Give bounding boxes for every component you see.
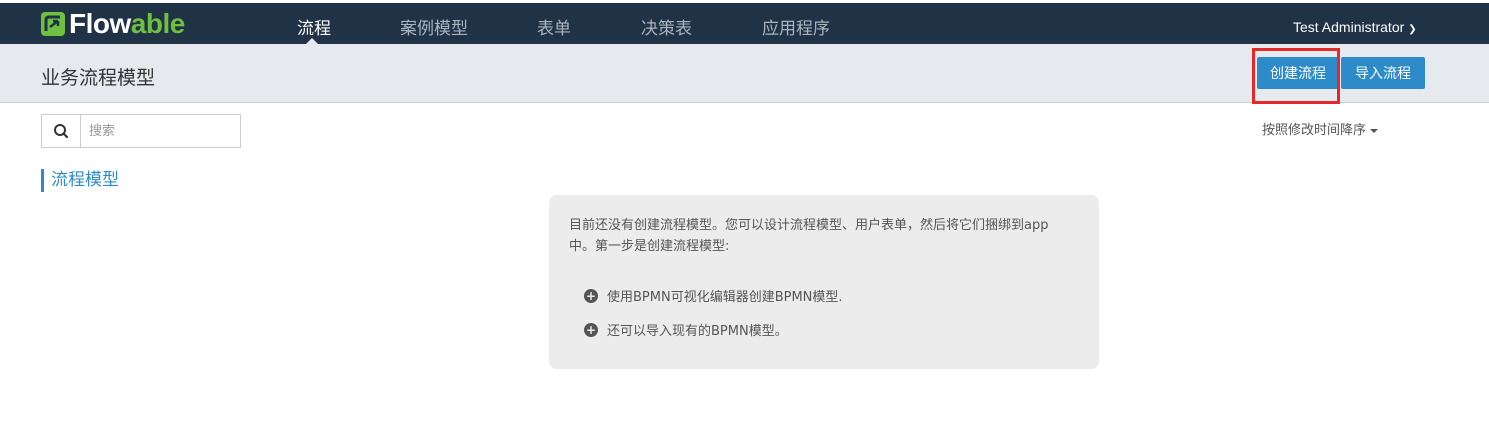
sort-label: 按照修改时间降序 [1262,123,1367,138]
page-title: 业务流程模型 [41,67,156,89]
user-menu[interactable]: Test Administrator ❯ [1293,19,1417,35]
tip-item: + 还可以导入现有的BPMN模型。 [584,320,788,339]
tip-text: 还可以导入现有的BPMN模型。 [607,324,788,339]
section-process-models: 流程模型 [41,169,119,192]
empty-state-message: 目前还没有创建流程模型。您可以设计流程模型、用户表单，然后将它们捆绑到app中。… [569,218,1049,254]
nav-process[interactable]: 流程 [297,14,331,39]
chevron-down-icon: ❯ [1408,24,1417,35]
search-icon[interactable] [42,115,81,147]
nav-forms[interactable]: 表单 [537,14,571,39]
caret-down-icon [1370,128,1379,133]
import-process-button[interactable]: 导入流程 [1341,57,1425,89]
tip-text: 使用BPMN可视化编辑器创建BPMN模型. [607,290,843,305]
user-name: Test Administrator [1293,19,1405,35]
tip-item: + 使用BPMN可视化编辑器创建BPMN模型. [584,286,843,305]
nav-apps[interactable]: 应用程序 [762,14,830,39]
flowable-logo[interactable]: Flowable [41,8,185,39]
nav-decision-tables[interactable]: 决策表 [641,14,692,39]
flowable-logo-icon [41,12,65,36]
plus-circle-icon: + [584,322,598,337]
top-navbar: Flowable 流程 案例模型 表单 决策表 应用程序 Test Admini… [0,3,1489,44]
search-input[interactable] [81,115,240,147]
sort-dropdown[interactable]: 按照修改时间降序 [1262,119,1379,138]
logo-text: Flowable [69,8,185,39]
highlight-box [1252,48,1340,104]
plus-circle-icon: + [584,288,598,303]
nav-case-models[interactable]: 案例模型 [400,14,468,39]
empty-state-panel: 目前还没有创建流程模型。您可以设计流程模型、用户表单，然后将它们捆绑到app中。… [549,195,1099,369]
search-box [41,114,241,148]
